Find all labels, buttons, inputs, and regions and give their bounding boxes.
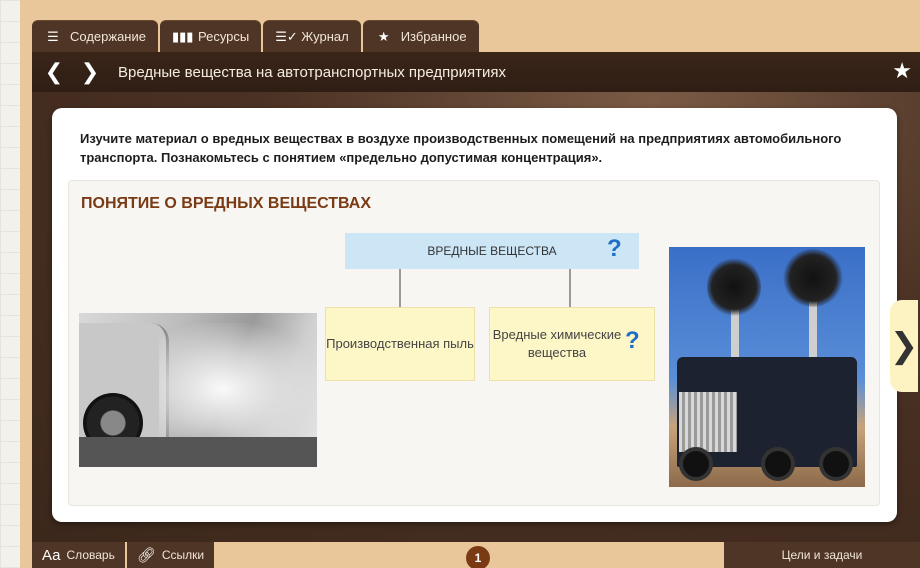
next-page-button[interactable]: ❯ — [890, 300, 918, 392]
page-number-badge[interactable]: 1 — [466, 546, 490, 568]
content-card: Изучите материал о вредных веществах в в… — [52, 108, 897, 522]
page-title: Вредные вещества на автотранспортных пре… — [118, 63, 507, 81]
truck-grille — [679, 392, 737, 452]
link-icon: 🔗︎ — [136, 547, 156, 564]
forward-button[interactable]: ❯ — [72, 52, 108, 92]
tab-favorites[interactable]: ★ Избранное — [362, 20, 479, 52]
truck-wheel — [819, 447, 853, 481]
diagram-connector-left — [399, 269, 401, 307]
bar-chart-icon: ▮▮▮ — [171, 28, 194, 44]
journal-check-icon: ☰✓ — [275, 28, 298, 44]
diagram-main-node[interactable]: ВРЕДНЫЕ ВЕЩЕСТВА — [345, 233, 639, 269]
list-icon: ☰ — [47, 28, 59, 44]
back-button[interactable]: ❮ — [36, 52, 72, 92]
chevron-right-icon: ❯ — [889, 327, 919, 365]
goals-label: Цели и задачи — [781, 548, 863, 562]
links-label: Ссылки — [161, 548, 205, 562]
black-smoke-plume — [707, 257, 761, 317]
car-exhaust-photo — [79, 313, 317, 467]
title-bar: ❮ ❯ Вредные вещества на автотранспортных… — [32, 52, 920, 92]
tab-label: Избранное — [400, 29, 467, 44]
content-panel: ПОНЯТИЕ О ВРЕДНЫХ ВЕЩЕСТВАХ ВРЕДНЫЕ ВЕЩЕ… — [68, 180, 880, 506]
chevron-left-icon: ❮ — [44, 59, 64, 84]
chevron-right-icon: ❯ — [80, 59, 100, 84]
truck-wheel — [679, 447, 713, 481]
tab-contents[interactable]: ☰ Содержание — [32, 20, 158, 52]
diagram-node-label: Вредные химические вещества — [492, 327, 622, 360]
goals-button[interactable]: Цели и задачи — [724, 542, 920, 568]
main-frame: ❮ ❯ Вредные вещества на автотранспортных… — [32, 52, 920, 542]
tab-journal[interactable]: ☰✓ Журнал — [263, 20, 361, 52]
intro-text: Изучите материал о вредных веществах в в… — [80, 131, 842, 165]
help-question-icon[interactable]: ? — [607, 235, 622, 263]
tab-label: Ресурсы — [197, 29, 250, 44]
glossary-aa-icon: Аа — [42, 546, 61, 564]
glossary-button[interactable]: Аа Словарь — [32, 542, 127, 568]
top-tabs: ☰ Содержание ▮▮▮ Ресурсы ☰✓ Журнал ★ Изб… — [32, 20, 479, 52]
help-question-icon[interactable]: ? — [625, 327, 640, 355]
bottom-bar: Аа Словарь 🔗︎ Ссылки 1 Цели и задачи — [32, 542, 920, 568]
diagram-main-label: ВРЕДНЫЕ ВЕЩЕСТВА — [427, 244, 557, 258]
exhaust-smoke — [159, 323, 317, 443]
bottom-left-buttons: Аа Словарь 🔗︎ Ссылки — [32, 542, 217, 568]
road — [79, 437, 317, 467]
diagram-connector-right — [569, 269, 571, 307]
black-smoke-plume — [783, 249, 843, 307]
star-icon: ★ — [377, 28, 390, 44]
tab-label: Журнал — [301, 29, 349, 44]
section-title: ПОНЯТИЕ О ВРЕДНЫХ ВЕЩЕСТВАХ — [81, 195, 372, 212]
add-favorite-star-icon[interactable]: ★ — [892, 58, 912, 84]
tab-label: Содержание — [70, 29, 146, 44]
diagram-node-label: Производственная пыль — [326, 336, 474, 352]
diagram-node-dust[interactable]: Производственная пыль — [325, 307, 475, 381]
glossary-label: Словарь — [66, 548, 115, 562]
tab-resources[interactable]: ▮▮▮ Ресурсы — [159, 20, 262, 52]
truck-wheel — [761, 447, 795, 481]
links-button[interactable]: 🔗︎ Ссылки — [126, 542, 217, 568]
app-window: ☰ Содержание ▮▮▮ Ресурсы ☰✓ Журнал ★ Изб… — [20, 0, 920, 568]
truck-smoke-photo — [669, 247, 865, 487]
